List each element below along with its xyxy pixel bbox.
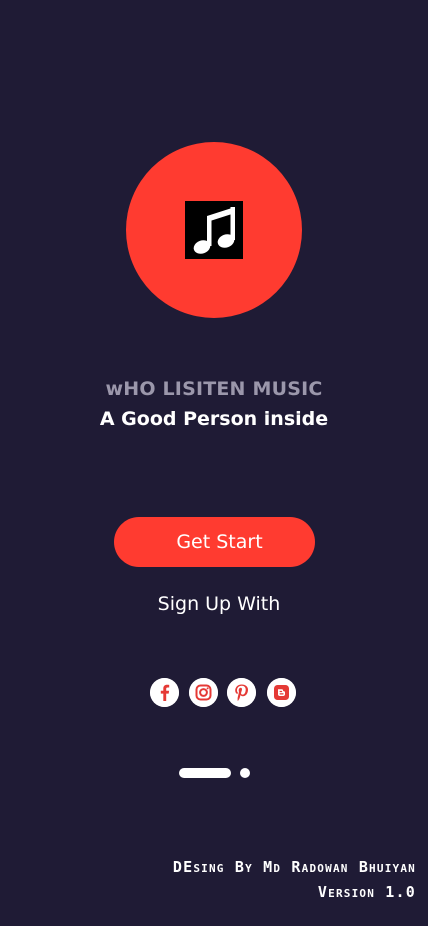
page-indicator-active xyxy=(179,768,231,778)
version-label: Version 1.0 xyxy=(317,883,416,901)
music-note-icon xyxy=(185,201,243,259)
sign-up-label: Sign Up With xyxy=(157,593,281,615)
designer-credit: DEsing By Md Radowan Bhuiyan xyxy=(172,858,416,876)
app-title: wHO LISITEN MUSIC xyxy=(105,378,323,400)
footer-credit: DEsing By Md Radowan Bhuiyan Version 1.0 xyxy=(173,855,416,905)
page-indicator xyxy=(179,768,259,778)
social-signup-row xyxy=(150,678,300,708)
get-start-button[interactable]: Get Start xyxy=(114,517,315,567)
blogger-icon[interactable] xyxy=(267,678,296,707)
pinterest-icon[interactable] xyxy=(227,678,256,707)
facebook-icon[interactable] xyxy=(150,678,179,707)
page-indicator-dot[interactable] xyxy=(240,768,250,778)
app-logo xyxy=(126,142,302,318)
get-start-label: Get Start xyxy=(176,531,263,553)
tagline: A Good Person inside xyxy=(99,408,329,430)
instagram-icon[interactable] xyxy=(189,678,218,707)
